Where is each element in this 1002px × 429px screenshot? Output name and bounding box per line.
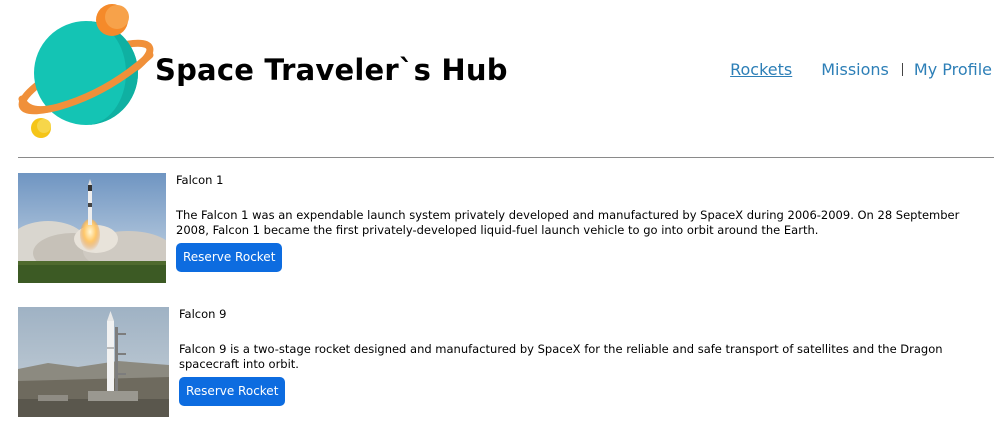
rocket-info: Falcon 9 Falcon 9 is a two-stage rocket …	[179, 307, 992, 406]
reserve-rocket-button[interactable]: Reserve Rocket	[176, 243, 283, 272]
nav-link-rockets[interactable]: Rockets	[730, 60, 792, 79]
site-header: Space Traveler`s Hub Rockets Missions My…	[0, 0, 1002, 158]
nav-separator	[901, 63, 903, 76]
rocket-name: Falcon 9	[179, 307, 227, 321]
falcon1-launch-photo	[18, 173, 166, 283]
nav-link-missions[interactable]: Missions	[821, 60, 889, 79]
rocket-description: The Falcon 1 was an expendable launch sy…	[176, 208, 960, 237]
rocket-name: Falcon 1	[176, 173, 224, 187]
rocket-info: Falcon 1 The Falcon 1 was an expendable …	[176, 173, 992, 272]
planet-logo-icon	[18, 4, 154, 138]
rocket-description: Falcon 9 is a two-stage rocket designed …	[179, 342, 943, 371]
main-nav: Rockets Missions My Profile	[730, 60, 992, 79]
site-title: Space Traveler`s Hub	[155, 53, 508, 87]
falcon9-pad-photo	[18, 307, 169, 417]
reserve-rocket-button[interactable]: Reserve Rocket	[179, 377, 286, 406]
nav-link-my-profile[interactable]: My Profile	[914, 60, 992, 79]
header-divider	[18, 157, 994, 158]
